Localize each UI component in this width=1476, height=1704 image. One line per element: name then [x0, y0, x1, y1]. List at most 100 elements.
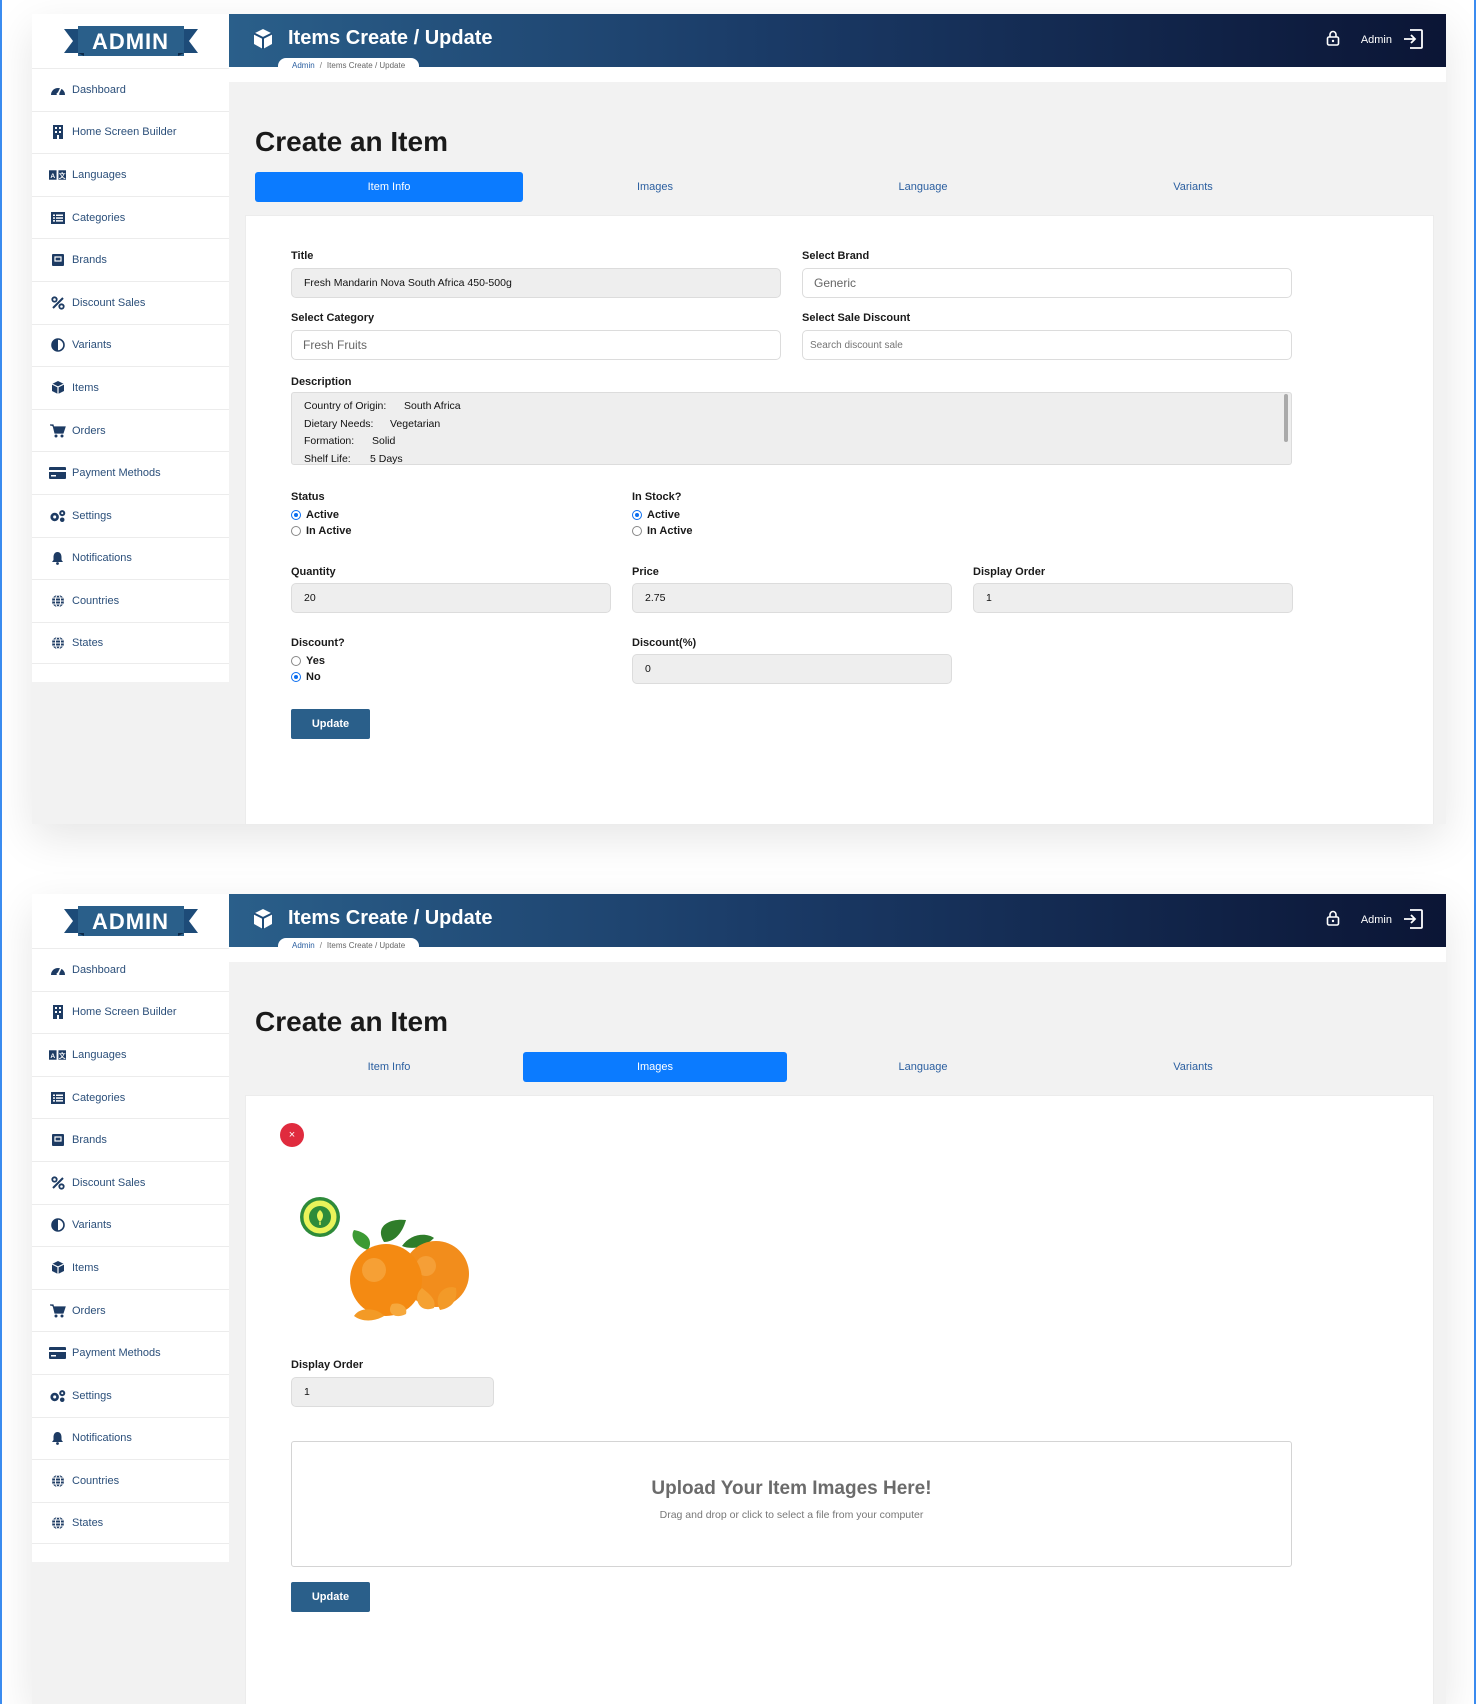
- discount-yes-radio[interactable]: Yes: [291, 655, 325, 667]
- stock-inactive-radio[interactable]: In Active: [632, 525, 692, 537]
- sidebar-item-states[interactable]: States: [32, 1501, 229, 1545]
- svg-text:A: A: [50, 1053, 55, 1060]
- globe-icon: [49, 635, 66, 651]
- sidebar-item-label: States: [72, 637, 104, 650]
- image-display-order-input[interactable]: [291, 1377, 494, 1407]
- tab-item-info[interactable]: Item Info: [255, 1052, 523, 1082]
- logout-icon[interactable]: [1402, 908, 1424, 930]
- sidebar-item-dashboard[interactable]: Dashboard: [32, 948, 229, 991]
- title-input[interactable]: [291, 268, 781, 298]
- brand-select[interactable]: Generic: [802, 268, 1292, 298]
- sidebar-item-languages[interactable]: A 文 Languages: [32, 153, 229, 196]
- sidebar-item-countries[interactable]: Countries: [32, 1459, 229, 1502]
- cube-icon: [253, 29, 273, 49]
- display-order-label: Display Order: [291, 1359, 364, 1371]
- price-input[interactable]: [632, 583, 952, 613]
- logo[interactable]: ADMIN: [32, 14, 229, 68]
- sidebar-item-label: Orders: [72, 424, 106, 437]
- sidebar-item-label: Settings: [72, 1389, 112, 1402]
- sidebar-item-settings[interactable]: Settings: [32, 1373, 229, 1417]
- quantity-input[interactable]: [291, 583, 611, 613]
- breadcrumb-current: Items Create / Update: [326, 941, 406, 950]
- sidebar-item-items[interactable]: Items: [32, 366, 229, 409]
- textarea-scrollbar[interactable]: [1284, 394, 1288, 442]
- sidebar-item-home-screen-builder[interactable]: Home Screen Builder: [32, 110, 229, 154]
- brand-icon: [49, 1132, 66, 1148]
- admin-user-link[interactable]: Admin: [1361, 34, 1392, 46]
- status-inactive-radio[interactable]: In Active: [291, 525, 351, 537]
- sidebar-item-label: Home Screen Builder: [72, 126, 177, 139]
- sidebar-item-variants[interactable]: Variants: [32, 1203, 229, 1247]
- sidebar-item-items[interactable]: Items: [32, 1246, 229, 1289]
- sidebar-menu: Dashboard Home Screen Builder A 文 Languages C…: [32, 948, 229, 1545]
- sidebar-item-notifications[interactable]: Notifications: [32, 536, 229, 580]
- breadcrumb-admin[interactable]: Admin: [292, 61, 315, 70]
- sidebar-item-home-screen-builder[interactable]: Home Screen Builder: [32, 990, 229, 1034]
- logout-icon[interactable]: [1402, 28, 1424, 50]
- image-dropzone[interactable]: Upload Your Item Images Here! Drag and d…: [291, 1441, 1292, 1567]
- description-label: Description: [291, 376, 352, 388]
- sidebar-item-discount-sales[interactable]: Discount Sales: [32, 1160, 229, 1204]
- sidebar-item-orders[interactable]: Orders: [32, 1288, 229, 1332]
- discount-no-radio[interactable]: No: [291, 671, 321, 683]
- update-button[interactable]: Update: [291, 709, 370, 739]
- half-circle-icon: [49, 337, 66, 353]
- logo[interactable]: ADMIN: [32, 894, 229, 948]
- sidebar-item-orders[interactable]: Orders: [32, 408, 229, 452]
- breadcrumb-admin[interactable]: Admin: [292, 941, 315, 950]
- sidebar-item-label: Brands: [72, 254, 107, 267]
- tab-variants[interactable]: Variants: [1059, 1052, 1327, 1082]
- sidebar-item-dashboard[interactable]: Dashboard: [32, 68, 229, 111]
- sidebar-item-languages[interactable]: A 文 Languages: [32, 1033, 229, 1076]
- sidebar-item-countries[interactable]: Countries: [32, 579, 229, 622]
- update-button[interactable]: Update: [291, 1582, 370, 1612]
- sidebar-item-categories[interactable]: Categories: [32, 195, 229, 239]
- breadcrumb: Admin / Items Create / Update: [278, 58, 420, 73]
- sidebar-item-label: Languages: [72, 168, 127, 181]
- sidebar-item-variants[interactable]: Variants: [32, 323, 229, 367]
- list-icon: [49, 1090, 66, 1106]
- tab-variants[interactable]: Variants: [1059, 172, 1327, 202]
- sidebar-item-discount-sales[interactable]: Discount Sales: [32, 280, 229, 324]
- globe-icon: [49, 593, 66, 609]
- tab-language[interactable]: Language: [787, 172, 1059, 202]
- status-active-radio[interactable]: Active: [291, 509, 339, 521]
- sale-discount-search[interactable]: [802, 330, 1292, 360]
- sidebar-item-label: Home Screen Builder: [72, 1006, 177, 1019]
- price-label: Price: [632, 566, 659, 578]
- sidebar-item-notifications[interactable]: Notifications: [32, 1416, 229, 1460]
- sidebar-item-payment-methods[interactable]: Payment Methods: [32, 1331, 229, 1374]
- category-select[interactable]: Fresh Fruits: [291, 330, 781, 360]
- category-label: Select Category: [291, 312, 375, 324]
- header-title: Items Create / Update: [288, 907, 493, 929]
- building-icon: [49, 124, 66, 140]
- display-order-input[interactable]: [973, 583, 1293, 613]
- lock-icon[interactable]: [1326, 30, 1340, 46]
- sidebar-item-settings[interactable]: Settings: [32, 493, 229, 537]
- breadcrumb: Admin / Items Create / Update: [278, 938, 420, 953]
- lock-icon[interactable]: [1326, 910, 1340, 926]
- tab-item-info[interactable]: Item Info: [255, 172, 523, 202]
- tab-images[interactable]: Images: [523, 172, 787, 202]
- discount-pct-input[interactable]: [632, 654, 952, 684]
- bell-icon: [49, 1430, 66, 1446]
- sidebar-item-brands[interactable]: Brands: [32, 1118, 229, 1161]
- cart-icon: [49, 1303, 66, 1319]
- sidebar-item-categories[interactable]: Categories: [32, 1075, 229, 1119]
- sidebar-item-label: Discount Sales: [72, 1176, 146, 1189]
- sidebar-item-states[interactable]: States: [32, 621, 229, 665]
- sidebar-item-payment-methods[interactable]: Payment Methods: [32, 451, 229, 494]
- description-textarea[interactable]: Country of Origin: South Africa Dietary N…: [291, 392, 1292, 465]
- sidebar-item-label: Notifications: [72, 552, 132, 565]
- cube-icon: [49, 380, 66, 396]
- tab-images[interactable]: Images: [523, 1052, 787, 1082]
- sidebar-item-label: Dashboard: [72, 83, 126, 96]
- dashboard-icon: [49, 962, 66, 978]
- sidebar-menu: Dashboard Home Screen Builder A 文 Languages C…: [32, 68, 229, 665]
- stock-active-radio[interactable]: Active: [632, 509, 680, 521]
- page-title: Create an Item: [255, 126, 448, 157]
- tab-language[interactable]: Language: [787, 1052, 1059, 1082]
- remove-image-button[interactable]: ×: [280, 1123, 304, 1147]
- admin-user-link[interactable]: Admin: [1361, 914, 1392, 926]
- sidebar-item-brands[interactable]: Brands: [32, 238, 229, 281]
